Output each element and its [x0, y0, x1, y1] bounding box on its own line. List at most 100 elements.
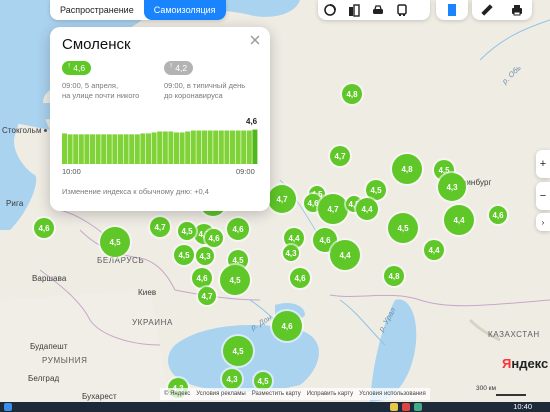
chart-bar: [241, 130, 247, 164]
map-label-belgrade: Белград: [28, 374, 60, 383]
index-bubble[interactable]: 4,5: [100, 227, 130, 257]
yandex-logo[interactable]: Яндекс: [502, 356, 548, 371]
index-bubble[interactable]: 4,5: [178, 222, 196, 240]
index-change-text: Изменение индекса к обычному дню: +0,4: [62, 187, 209, 196]
index-bubble[interactable]: 4,5: [366, 180, 386, 200]
index-bar-chart: [62, 129, 258, 164]
tab-self-isolation[interactable]: Самоизоляция: [143, 0, 226, 20]
browser-icon[interactable]: [402, 403, 410, 411]
chart-bar: [78, 134, 84, 164]
index-bubble[interactable]: 4,6: [205, 229, 223, 247]
chart-bar: [151, 132, 157, 164]
chart-bar: [129, 134, 135, 164]
chart-bar: [252, 129, 258, 164]
bookmarks-toolbar: [436, 0, 468, 20]
index-bubble[interactable]: 4,3: [438, 173, 466, 201]
index-bubble[interactable]: 4,6: [290, 268, 310, 288]
car-icon[interactable]: [366, 0, 390, 20]
chart-bar: [213, 130, 219, 164]
chart-bar: [179, 132, 185, 164]
index-bubble[interactable]: 4,4: [356, 198, 378, 220]
index-bubble[interactable]: 4,8: [384, 266, 404, 286]
index-bubble[interactable]: 4,6: [489, 206, 507, 224]
map-label-budapest: Будапешт: [30, 342, 68, 351]
chart-bar: [162, 131, 168, 164]
fix-map-link[interactable]: Исправить карту: [307, 391, 353, 397]
close-icon[interactable]: [248, 33, 262, 47]
bookmark-icon[interactable]: [436, 0, 468, 20]
zoom-out-button[interactable]: −: [536, 182, 550, 210]
os-taskbar: 10:40: [0, 402, 550, 412]
bus-icon[interactable]: [390, 0, 414, 20]
typical-index-badge: ꜝ 4,2: [164, 61, 194, 75]
chart-bar: [95, 134, 101, 164]
index-bubble[interactable]: 4,6: [272, 311, 302, 341]
chart-bar: [146, 133, 151, 164]
ad-terms-link[interactable]: Условия рекламы: [196, 391, 245, 397]
ruler-icon[interactable]: [472, 0, 502, 20]
tab-spread[interactable]: Распространение: [50, 0, 144, 20]
index-bubble[interactable]: 4,8: [342, 84, 362, 104]
popup-title: Смоленск: [62, 36, 131, 53]
layers-toolbar: [318, 0, 430, 20]
clock: 10:40: [513, 402, 532, 411]
terms-link[interactable]: Условия использования: [359, 391, 426, 397]
index-bubble[interactable]: 4,5: [388, 213, 418, 243]
index-bubble[interactable]: 4,5: [220, 265, 250, 295]
index-bubble[interactable]: 4,3: [196, 247, 214, 265]
mode-tabs: Распространение Самоизоляция: [50, 0, 226, 20]
typical-index-value: 4,2: [175, 63, 188, 73]
chart-bar: [207, 130, 213, 164]
traffic-icon[interactable]: [318, 0, 342, 20]
attribution-bar: © Яндекс Условия рекламы Разместить карт…: [160, 388, 430, 400]
index-bubble[interactable]: 4,7: [198, 287, 216, 305]
index-bubble[interactable]: 4,6: [34, 218, 54, 238]
index-bubble[interactable]: 4,7: [268, 185, 296, 213]
chart-bar: [112, 134, 118, 164]
chart-bar: [202, 130, 207, 164]
chart-start-label: 10:00: [62, 167, 81, 176]
chart-bar: [157, 131, 163, 164]
chart-bar: [140, 133, 146, 164]
app-icon[interactable]: [414, 403, 422, 411]
index-bubble[interactable]: 4,3: [283, 245, 299, 261]
chart-bar: [246, 130, 252, 164]
map-label-warsaw: Варшава: [32, 274, 67, 283]
map-label-ukraine: УКРАИНА: [132, 318, 173, 327]
index-bubble[interactable]: 4,8: [392, 154, 422, 184]
index-bubble[interactable]: 4,6: [227, 218, 249, 240]
map-label-romania: РУМЫНИЯ: [42, 356, 88, 365]
chart-bar: [185, 131, 191, 164]
zoom-in-button[interactable]: +: [536, 150, 550, 178]
print-icon[interactable]: [502, 0, 532, 20]
map-label-kiev: Киев: [138, 288, 157, 297]
start-icon[interactable]: [4, 403, 12, 411]
folder-icon[interactable]: [390, 403, 398, 411]
chart-bar: [106, 134, 112, 164]
index-bubble[interactable]: 4,3: [222, 369, 242, 389]
index-bubble[interactable]: 4,6: [192, 268, 212, 288]
chart-bar: [73, 134, 79, 164]
chart-bar: [230, 130, 235, 164]
current-index-value: 4,6: [73, 63, 86, 73]
chart-bar: [123, 134, 129, 164]
buildings-icon[interactable]: [342, 0, 366, 20]
chart-bar: [134, 134, 140, 164]
index-bubble[interactable]: 4,5: [223, 336, 253, 366]
embed-map-link[interactable]: Разместить карту: [252, 391, 301, 397]
scale-bar: [496, 394, 526, 396]
typical-index-caption: 09:00, в типичный день до коронавируса: [164, 81, 246, 100]
chart-bar: [218, 130, 224, 164]
geolocation-button[interactable]: ›: [536, 213, 550, 231]
map-label-stockholm: Стокгольм: [2, 126, 42, 135]
index-bubble[interactable]: 4,7: [150, 217, 170, 237]
index-bubble[interactable]: 4,4: [424, 240, 444, 260]
chart-bar: [224, 130, 230, 164]
copyright-text: © Яндекс: [164, 391, 191, 397]
city-dot: [44, 129, 47, 132]
index-bubble[interactable]: 4,4: [330, 240, 360, 270]
index-bubble[interactable]: 4,7: [330, 146, 350, 166]
index-bubble[interactable]: 4,7: [318, 194, 348, 224]
index-bubble[interactable]: 4,5: [174, 245, 194, 265]
index-bubble[interactable]: 4,4: [444, 205, 474, 235]
